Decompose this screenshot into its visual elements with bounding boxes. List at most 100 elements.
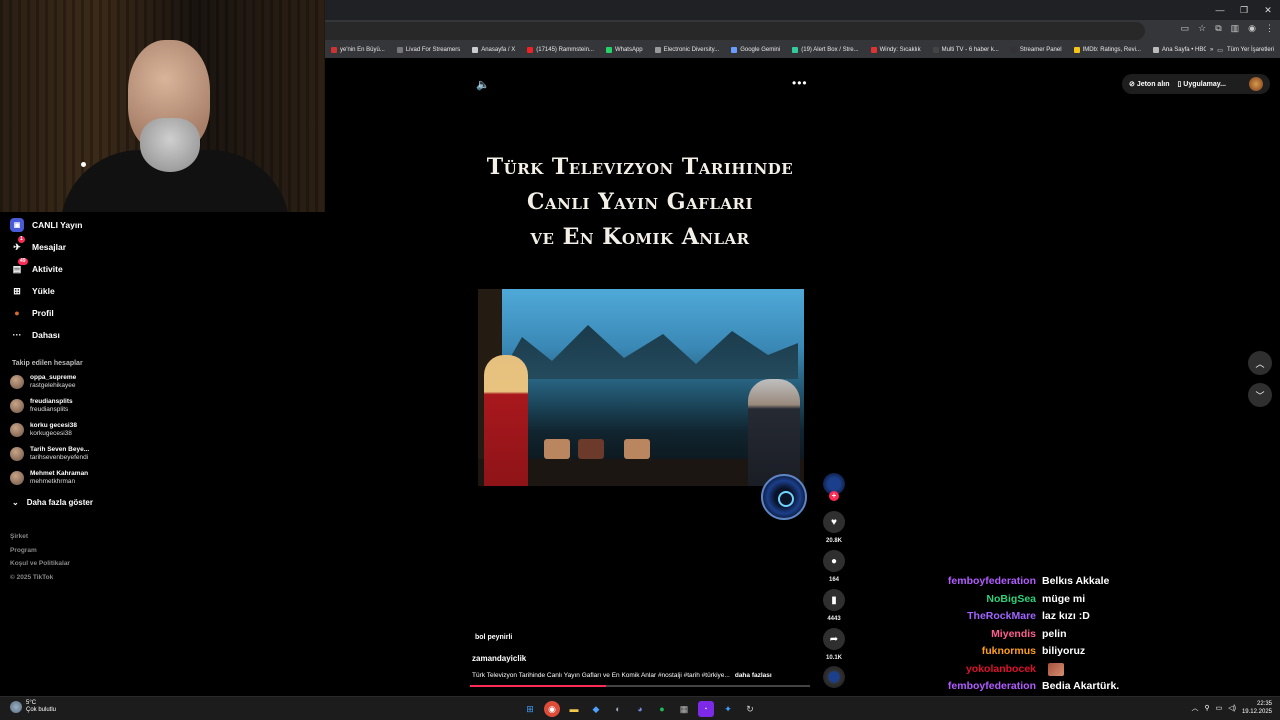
bookmark-item[interactable]: IMDb: Ratings, Revi... xyxy=(1068,47,1147,53)
volume-tray-icon[interactable]: ◁) xyxy=(1228,704,1236,712)
chat-username[interactable]: fuknormus xyxy=(900,645,1036,657)
url-field[interactable] xyxy=(325,22,1145,40)
chat-message: Miyendis pelin xyxy=(900,628,1066,640)
bookmark-item[interactable]: Livad For Streamers xyxy=(391,47,466,53)
coins-button[interactable]: ⊘ Jeton alın xyxy=(1129,80,1170,88)
save-action[interactable]: ▮ 4443 xyxy=(822,589,846,622)
chevron-right-icon[interactable]: » xyxy=(1210,47,1213,53)
discord-icon[interactable]: ◕ xyxy=(632,701,648,717)
share-icon[interactable]: ➦ xyxy=(823,628,845,650)
nav-item-upload[interactable]: ⊞ Yükle xyxy=(10,284,54,298)
calculator-icon[interactable]: ▦ xyxy=(676,701,692,717)
spotify-icon[interactable]: ● xyxy=(654,701,670,717)
get-app-button[interactable]: ▯ Uygulamay... xyxy=(1178,80,1226,88)
like-action[interactable]: ♥ 20.8K xyxy=(822,511,846,544)
bookmark-item[interactable]: Anasayfa / X xyxy=(466,47,521,53)
more-options-icon[interactable]: ••• xyxy=(792,76,808,90)
star-icon[interactable]: ☆ xyxy=(1198,23,1206,34)
menu-icon[interactable]: ⋮ xyxy=(1265,23,1274,34)
clock[interactable]: 22:35 19.12.2025 xyxy=(1242,700,1272,716)
share-action[interactable]: ➦ 10.1K xyxy=(822,628,846,661)
bookmark-item[interactable]: ye'nin En Büyü... xyxy=(325,47,391,53)
comment-action[interactable]: ● 164 xyxy=(822,550,846,583)
top-right-bar: ⊘ Jeton alın ▯ Uygulamay... xyxy=(1122,74,1270,94)
bookmark-favicon-icon xyxy=(396,47,403,53)
bookmark-item[interactable]: Multi TV - 6 haber k... xyxy=(927,47,1005,53)
followed-account[interactable]: oppa_supreme rastgelehikayee xyxy=(10,374,76,390)
bookmark-item[interactable]: Streamer Panel xyxy=(1005,47,1068,53)
followed-account[interactable]: Mehmet Kahraman mehmetkhrman xyxy=(10,470,88,486)
footer-link[interactable]: Program xyxy=(10,544,70,558)
scroll-up-icon[interactable]: ︿ xyxy=(1248,351,1272,375)
profile-icon[interactable]: ◉ xyxy=(1248,23,1256,34)
more-icon: ··· xyxy=(12,330,22,340)
followed-account[interactable]: freudiansplits freudiansplits xyxy=(10,398,73,414)
bookmark-item[interactable]: Windy: Sıcaklık xyxy=(865,47,927,53)
tray-chevron-icon[interactable]: ︿ xyxy=(1191,703,1198,713)
chat-text: Belkıs Akkale xyxy=(1042,575,1110,587)
maximize-icon[interactable]: ❐ xyxy=(1232,0,1256,20)
sidebar-icon[interactable]: ▥ xyxy=(1231,23,1240,34)
footer-link[interactable]: Şirket xyxy=(10,530,70,544)
nav-item-messages[interactable]: ✈ 1 Mesajlar xyxy=(10,236,66,254)
user-avatar[interactable] xyxy=(1249,77,1263,91)
settings-icon[interactable]: ✦ xyxy=(720,701,736,717)
creator-username[interactable]: zamandayiclik xyxy=(472,654,526,663)
chat-username[interactable]: NoBigSea xyxy=(900,593,1036,605)
weather-widget[interactable]: 5°C Çok bulutlu xyxy=(10,700,56,714)
followed-account[interactable]: Tarih Seven Beye... tarihsevenbeyefendi xyxy=(10,446,89,462)
scroll-down-icon[interactable]: ﹀ xyxy=(1248,383,1272,407)
footer-links: Şirket Program Koşul ve Politikalar © 2025 … xyxy=(10,530,70,584)
bookmark-item[interactable]: (19) Alert Box / Stre... xyxy=(786,47,864,53)
bookmark-icon[interactable]: ▮ xyxy=(823,589,845,611)
minimize-icon[interactable]: — xyxy=(1208,0,1232,20)
steam-icon[interactable]: ◐ xyxy=(610,701,626,717)
nav-item-activity[interactable]: ▤ 49 Aktivite xyxy=(10,258,63,276)
chat-username[interactable]: TheRockMare xyxy=(900,610,1036,622)
comment-count: 164 xyxy=(828,577,839,583)
start-icon[interactable]: ⊞ xyxy=(522,701,538,717)
refresh-icon[interactable]: ↻ xyxy=(742,701,758,717)
video-clip[interactable] xyxy=(478,289,804,486)
chat-username[interactable]: femboyfederation xyxy=(900,680,1036,692)
account-name: oppa_supreme xyxy=(30,374,77,381)
mic-icon[interactable]: ⚲ xyxy=(1204,704,1209,712)
folder-icon[interactable]: ▬ xyxy=(566,701,582,717)
obs-icon[interactable]: ▪ xyxy=(698,701,714,717)
weather-desc: Çok bulutlu xyxy=(26,707,57,713)
save-count: 4443 xyxy=(827,616,841,622)
more-link[interactable]: daha fazlası xyxy=(735,672,772,679)
music-disc-icon[interactable] xyxy=(823,666,845,688)
all-bookmarks-link[interactable]: Tüm Yer İşaretleri xyxy=(1227,47,1274,53)
video-caption: Türk Televizyon Tarihinde Canlı Yayın Ga… xyxy=(472,672,772,679)
heart-icon[interactable]: ♥ xyxy=(823,511,845,533)
nav-item-more[interactable]: ··· Dahası xyxy=(10,328,60,342)
close-icon[interactable]: ✕ xyxy=(1256,0,1280,20)
extensions-icon[interactable]: ⧉ xyxy=(1215,23,1221,34)
nav-item-profile[interactable]: ● Profil xyxy=(10,306,53,320)
follow-plus-icon[interactable]: + xyxy=(829,491,839,501)
bookmarks-overflow[interactable]: » ▭ Tüm Yer İşaretleri xyxy=(1205,42,1274,58)
video-progress[interactable] xyxy=(470,685,810,687)
bookmark-item[interactable]: Electronic Diversity... xyxy=(649,47,726,53)
indicator-light xyxy=(81,162,86,167)
guest xyxy=(748,379,800,486)
volume-icon[interactable]: 🔈 xyxy=(476,78,490,91)
bookmark-item[interactable]: WhatsApp xyxy=(600,47,649,53)
followed-account[interactable]: korku gecesi38 korkugecesi38 xyxy=(10,422,77,438)
show-more-link[interactable]: ⌄ Daha fazla göster xyxy=(12,498,93,507)
chat-username[interactable]: femboyfederation xyxy=(900,575,1036,587)
cast-icon[interactable]: ▭ xyxy=(1181,23,1190,34)
chat-username[interactable]: Miyendis xyxy=(900,628,1036,640)
nav-item-live[interactable]: ▣ CANLI Yayın xyxy=(10,218,82,232)
bookmark-label: (17145) Rammstein... xyxy=(536,47,594,53)
footer-link[interactable]: Koşul ve Politikalar xyxy=(10,557,70,571)
network-icon[interactable]: ▭ xyxy=(1216,704,1223,712)
app-icon[interactable]: ◆ xyxy=(588,701,604,717)
coins-label: Jeton alın xyxy=(1136,81,1170,88)
chrome-icon[interactable]: ◉ xyxy=(544,701,560,717)
comment-icon[interactable]: ● xyxy=(823,550,845,572)
bookmark-item[interactable]: Google Gemini xyxy=(725,47,786,53)
bookmark-item[interactable]: (17145) Rammstein... xyxy=(521,47,600,53)
chat-username[interactable]: yokolanbocek xyxy=(900,663,1036,676)
